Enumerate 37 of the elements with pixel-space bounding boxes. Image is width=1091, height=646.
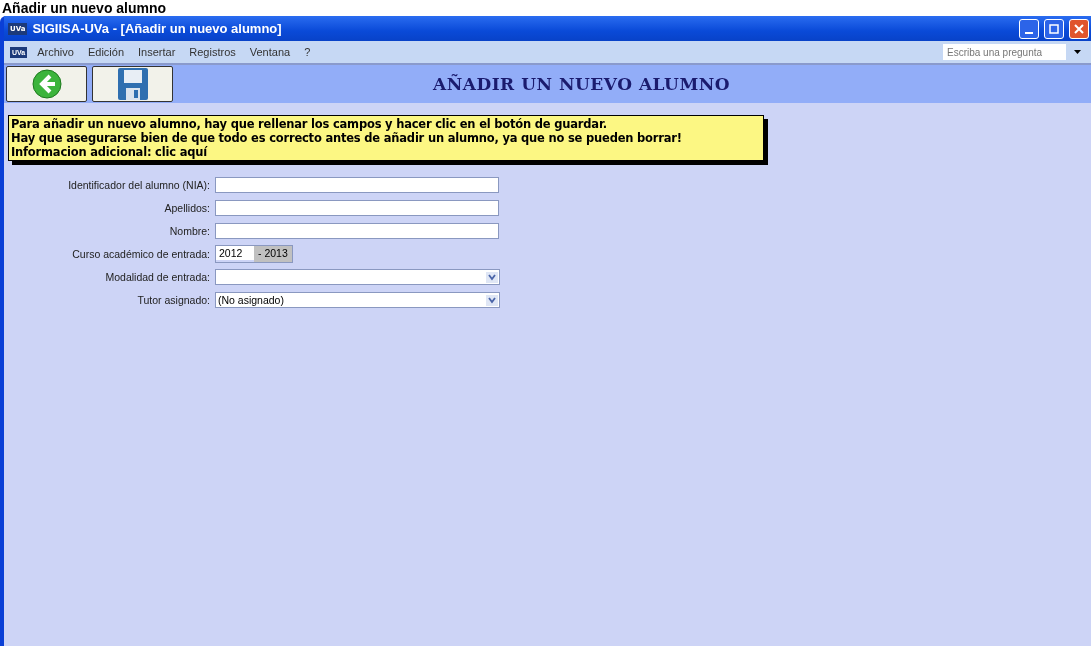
close-icon bbox=[1074, 23, 1084, 34]
input-field[interactable] bbox=[215, 177, 499, 193]
field-label: Curso académico de entrada: bbox=[71, 248, 211, 260]
input-field[interactable] bbox=[215, 200, 499, 216]
menu-item[interactable]: Edición bbox=[87, 46, 124, 58]
maximize-button[interactable] bbox=[1044, 18, 1064, 39]
maximize-icon bbox=[1049, 23, 1059, 34]
field-label: Nombre: bbox=[168, 225, 211, 237]
menu-item[interactable]: Archivo bbox=[37, 46, 74, 58]
close-button[interactable] bbox=[1069, 18, 1089, 39]
save-button[interactable] bbox=[92, 66, 173, 102]
menu-item[interactable]: Registros bbox=[189, 46, 236, 58]
field-label: Modalidad de entrada: bbox=[104, 271, 211, 283]
minimize-button[interactable] bbox=[1019, 18, 1039, 39]
menu-item[interactable]: ? bbox=[304, 46, 311, 58]
minimize-icon bbox=[1025, 31, 1033, 34]
dropdown-arrow-icon[interactable] bbox=[1074, 50, 1081, 54]
field-label: Tutor asignado: bbox=[136, 294, 211, 306]
notice-text: Informacion adicional: clic aquí bbox=[11, 145, 209, 159]
input-field[interactable] bbox=[215, 223, 499, 239]
chevron-down-icon bbox=[486, 294, 498, 306]
dropdown-field[interactable] bbox=[215, 269, 500, 285]
form-title: AÑADIR UN NUEVO ALUMNO bbox=[433, 74, 731, 94]
help-search-field[interactable]: Escriba una pregunta bbox=[943, 44, 1066, 60]
notice-text: Para añadir un nuevo alumno, hay que rellenar los campos y hacer clic en el botón de guardar. bbox=[11, 117, 608, 131]
field-label: Apellidos: bbox=[163, 202, 211, 214]
page-heading: Añadir un nuevo alumno bbox=[2, 0, 167, 16]
chevron-down-icon bbox=[486, 271, 498, 283]
menu-item[interactable]: Insertar bbox=[138, 46, 176, 58]
year-field[interactable]: 2012 bbox=[216, 246, 254, 260]
window-title: SIGIISA-UVa - [Añadir un nuevo alumno] bbox=[32, 21, 282, 36]
menu-item[interactable]: Ventana bbox=[249, 46, 291, 58]
back-button[interactable] bbox=[6, 66, 87, 102]
notice-text: Hay que asegurarse bien de que todo es correcto antes de añadir un alumno, ya que no se pueden borrar! bbox=[11, 131, 683, 145]
dropdown-field[interactable]: (No asignado) bbox=[215, 292, 500, 308]
field-label: Identificador del alumno (NIA): bbox=[67, 179, 211, 191]
year-end-text: - 2013 bbox=[254, 246, 292, 262]
